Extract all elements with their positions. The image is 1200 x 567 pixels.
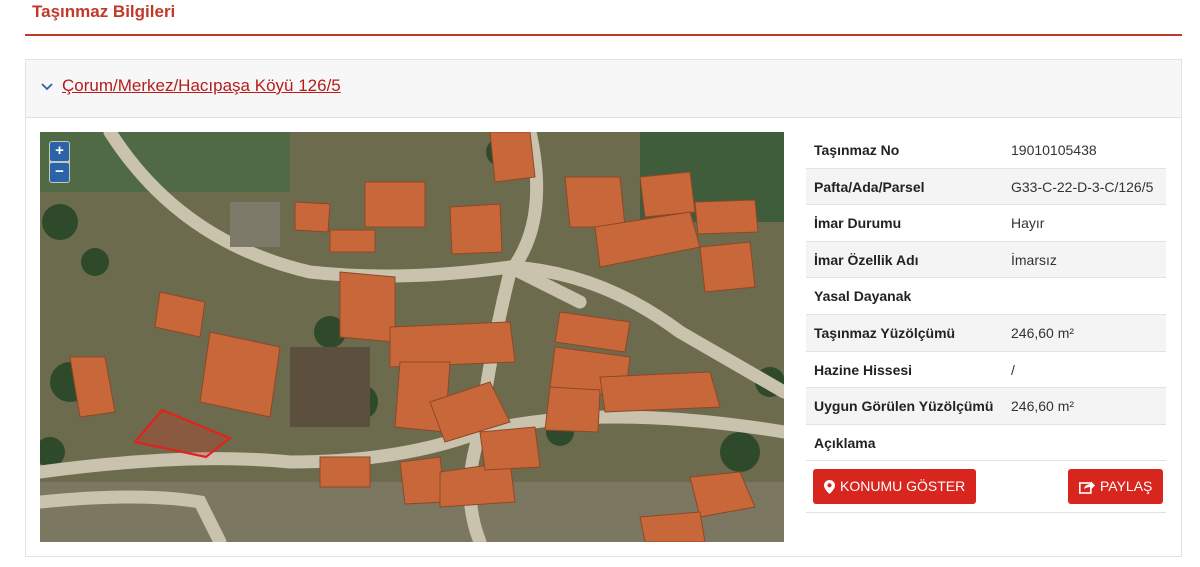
info-row-zoning-status: İmar Durumu Hayır [806, 205, 1166, 242]
share-icon [1079, 481, 1095, 494]
chevron-down-icon[interactable] [40, 80, 54, 94]
zoom-control: + − [49, 141, 70, 183]
info-value: İmarsız [1011, 251, 1057, 268]
info-row-approved-area: Uygun Görülen Yüzölçümü 246,60 m² [806, 388, 1166, 425]
action-row: KONUMU GÖSTER PAYLAŞ [806, 461, 1166, 514]
property-panel: Çorum/Merkez/Hacıpaşa Köyü 126/5 + − Taş… [25, 59, 1182, 557]
info-label: Hazine Hissesi [814, 361, 913, 378]
show-location-label: KONUMU GÖSTER [840, 478, 966, 495]
info-label: Açıklama [814, 434, 876, 451]
info-value: 246,60 m² [1011, 398, 1075, 415]
info-label: İmar Durumu [814, 215, 902, 232]
info-label: Pafta/Ada/Parsel [814, 178, 925, 195]
share-label: PAYLAŞ [1100, 478, 1153, 495]
info-row-zoning-feature: İmar Özellik Adı İmarsız [806, 241, 1166, 279]
info-row-sheet-block-parcel: Pafta/Ada/Parsel G33-C-22-D-3-C/126/5 [806, 168, 1166, 206]
zoom-out-button[interactable]: − [50, 163, 69, 182]
info-value: / [1011, 361, 1015, 378]
info-row-treasury-share: Hazine Hissesi / [806, 352, 1166, 389]
info-value: 246,60 m² [1011, 324, 1075, 341]
satellite-map[interactable]: + − [40, 132, 784, 542]
share-button[interactable]: PAYLAŞ [1068, 469, 1164, 505]
info-label: Taşınmaz No [814, 142, 900, 158]
map-imagery [40, 132, 784, 542]
show-location-button[interactable]: KONUMU GÖSTER [813, 469, 977, 505]
info-row-parcel-no: Taşınmaz No 19010105438 [806, 132, 1166, 169]
property-title-link[interactable]: Çorum/Merkez/Hacıpaşa Köyü 126/5 [62, 76, 341, 96]
property-info-table: Taşınmaz No 19010105438 Pafta/Ada/Parsel… [806, 132, 1166, 514]
map-marker-icon [824, 479, 835, 494]
info-row-description: Açıklama [806, 425, 1166, 462]
info-row-area: Taşınmaz Yüzölçümü 246,60 m² [806, 314, 1166, 352]
info-label: İmar Özellik Adı [814, 251, 919, 268]
title-divider [25, 34, 1182, 36]
info-value: Hayır [1011, 215, 1045, 232]
info-row-legal-basis: Yasal Dayanak [806, 278, 1166, 315]
zoom-in-button[interactable]: + [50, 142, 69, 161]
info-label: Taşınmaz Yüzölçümü [814, 324, 956, 341]
page-title: Taşınmaz Bilgileri [32, 2, 176, 21]
info-label: Uygun Görülen Yüzölçümü [814, 398, 994, 415]
info-label: Yasal Dayanak [814, 288, 912, 305]
panel-header[interactable]: Çorum/Merkez/Hacıpaşa Köyü 126/5 [26, 60, 1181, 118]
info-value: 19010105438 [1011, 142, 1097, 158]
info-value: G33-C-22-D-3-C/126/5 [1011, 178, 1154, 195]
